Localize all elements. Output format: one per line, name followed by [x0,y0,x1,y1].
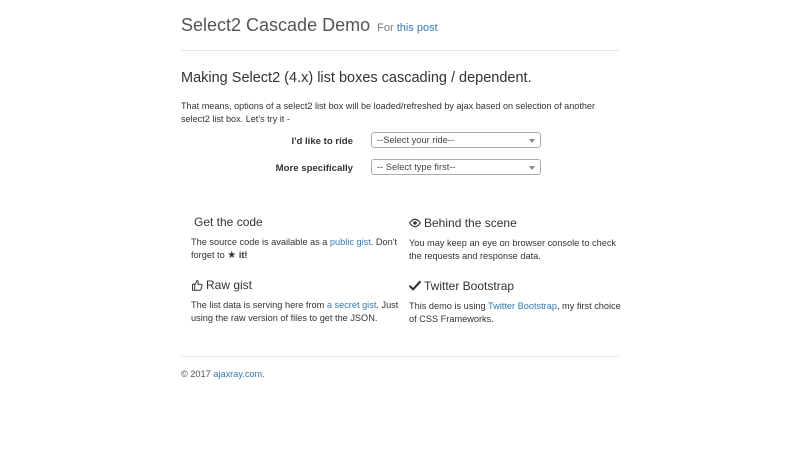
feature-text: This demo is using Twitter Bootstrap, my… [409,300,624,325]
feature-title: Raw gist [191,277,406,293]
feature-text: You may keep an eye on browser console t… [409,238,617,261]
ride-select[interactable]: --Select your ride-- [371,132,541,148]
this-post-link[interactable]: this post [397,22,438,34]
page-title-text: Select2 Cascade Demo [181,15,371,35]
page-subtitle: For this post [377,22,438,34]
feature-text: The source code is available as a public… [191,236,406,262]
page-header: Select2 Cascade Demo For this post [181,13,619,40]
chevron-down-icon [529,139,535,143]
star-icon: ★ [227,249,237,261]
type-select-value: -- Select type first-- [377,162,456,172]
bootstrap-title: Twitter Bootstrap [424,279,515,293]
footer-dot: . [262,369,265,379]
feature-raw-gist: Raw gist The list data is serving here f… [191,277,406,324]
behind-scene-title: Behind the scene [424,216,517,230]
for-text: For [377,22,394,34]
feature-twitter-bootstrap: Twitter Bootstrap This demo is using Twi… [409,278,624,325]
page-title: Select2 Cascade Demo For this post [181,13,619,40]
feature-behind-scene: Behind the scene You may keep an eye on … [409,215,624,262]
get-code-title: Get the code [194,215,263,229]
feature-get-code: Get the code The source code is availabl… [191,214,406,262]
raw-gist-title: Raw gist [206,278,253,292]
bootstrap-text-1: This demo is using [409,301,486,311]
type-form-row: More specifically -- Select type first-- [181,159,619,177]
ajaxray-link[interactable]: ajaxray.com [213,369,262,379]
eye-icon [409,218,421,228]
chevron-down-icon [529,166,535,170]
gist-text-1: The list data is serving here from [191,300,325,310]
footer: © 2017 ajaxray.com. [181,369,265,379]
secret-gist-link[interactable]: a secret gist [327,300,377,310]
ride-select-value: --Select your ride-- [377,135,454,145]
header-divider [181,50,619,51]
code-text-3: it! [238,249,248,260]
code-text-1: The source code is available as a [191,237,328,247]
check-icon [409,280,421,291]
twitter-bootstrap-link[interactable]: Twitter Bootstrap [488,301,557,311]
type-select[interactable]: -- Select type first-- [371,159,541,175]
feature-title: Get the code [194,214,406,230]
section-heading: Making Select2 (4.x) list boxes cascadin… [181,70,532,86]
footer-divider [181,356,619,357]
public-gist-link[interactable]: public gist [330,237,371,247]
copyright-text: © 2017 [181,369,211,379]
feature-text: The list data is serving here from a sec… [191,299,406,324]
type-label: More specifically [275,163,353,174]
thumbs-up-icon [192,280,203,291]
feature-title: Behind the scene [409,215,624,231]
ride-label: I'd like to ride [291,136,353,147]
ride-form-row: I'd like to ride --Select your ride-- [181,132,619,150]
intro-text: That means, options of a select2 list bo… [181,101,596,124]
feature-title: Twitter Bootstrap [409,278,624,294]
